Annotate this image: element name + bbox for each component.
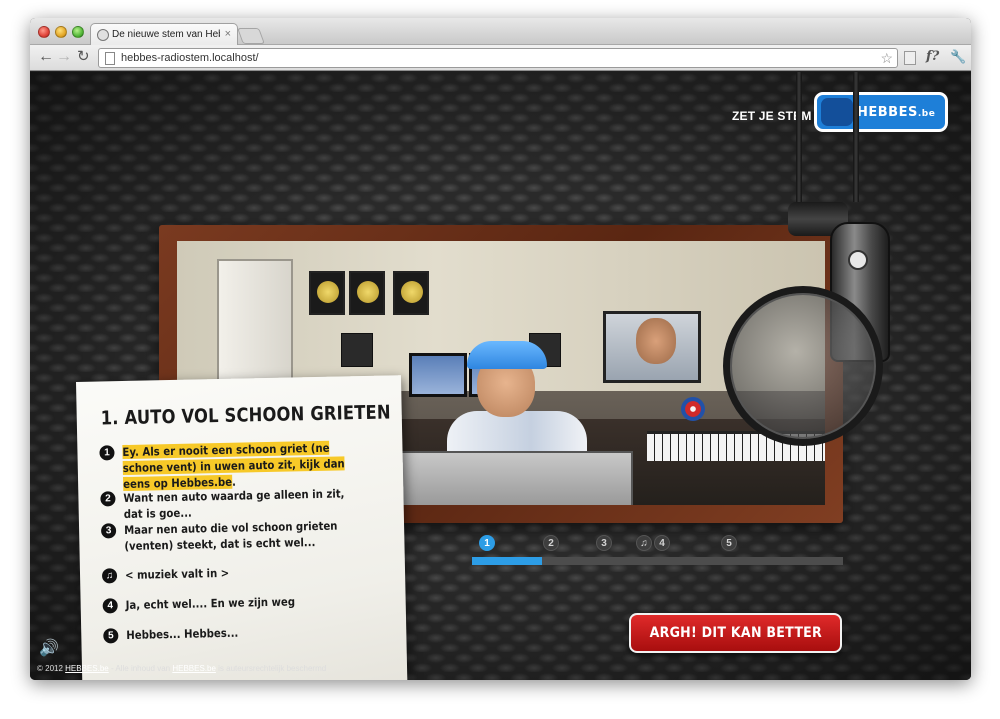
wrench-menu-icon[interactable]: 🔧 xyxy=(950,49,966,65)
sticker-image xyxy=(681,397,705,421)
progress-bar[interactable] xyxy=(472,557,843,565)
footer-copyright: © 2012 HEBBES.be - Alle inhoud van HEBBE… xyxy=(37,664,327,673)
gold-record-image xyxy=(309,271,345,315)
address-bar[interactable]: hebbes-radiostem.localhost/ ☆ xyxy=(98,48,898,68)
script-line-5: 5 Hebbes... Hebbes... xyxy=(103,622,393,644)
monitor-singer-image xyxy=(603,311,701,383)
step-2[interactable]: 2 xyxy=(543,535,559,551)
sound-icon[interactable]: 🔊 xyxy=(39,638,59,658)
hebbes-logo[interactable]: HEBBES.be xyxy=(814,92,948,132)
progress-fill xyxy=(472,557,543,565)
favicon-icon xyxy=(97,29,109,41)
mic-cable xyxy=(853,72,859,202)
script-line-4: 4 Ja, echt wel.... En we zijn weg xyxy=(102,592,393,614)
tab-bar: De nieuwe stem van Hebbes × xyxy=(30,18,971,46)
minimize-window-button[interactable] xyxy=(55,26,67,38)
mic-cable xyxy=(796,72,802,212)
script-card: 1. AUTO VOL SCHOON GRIETEN 1 Ey. Als er … xyxy=(76,375,408,680)
forward-button[interactable]: → xyxy=(56,48,72,66)
script-line-music: ♫ < muziek valt in > xyxy=(101,562,392,584)
zoom-window-button[interactable] xyxy=(72,26,84,38)
page-content: ZET JE STEM OP HEBBES.be 1 2 3 ♫ 4 5 1. … xyxy=(30,72,971,680)
monitor-foreground-image xyxy=(397,451,633,505)
pop-filter-image xyxy=(723,286,883,446)
tab-close-icon[interactable]: × xyxy=(225,28,231,40)
reload-button[interactable]: ↻ xyxy=(77,48,90,66)
gold-record-image xyxy=(393,271,429,315)
url-text[interactable]: hebbes-radiostem.localhost/ xyxy=(121,52,259,64)
new-tab-button[interactable] xyxy=(237,28,265,44)
script-line-1: 1 Ey. Als er nooit een schoon griet (ne … xyxy=(99,439,389,492)
page-menu-icon[interactable] xyxy=(904,51,916,65)
mic-badge xyxy=(848,250,868,270)
extension-fq-icon[interactable]: f? xyxy=(926,49,939,64)
footer-link-hebbes[interactable]: HEBBES.be xyxy=(65,664,109,673)
close-window-button[interactable] xyxy=(38,26,50,38)
step-1[interactable]: 1 xyxy=(479,535,495,551)
step-5[interactable]: 5 xyxy=(721,535,737,551)
music-note-icon[interactable]: ♫ xyxy=(636,535,652,551)
script-title: 1. AUTO VOL SCHOON GRIETEN xyxy=(100,401,391,430)
speaker-image xyxy=(341,333,373,367)
page-icon xyxy=(105,52,115,65)
browser-tab[interactable]: De nieuwe stem van Hebbes × xyxy=(90,23,238,46)
step-3[interactable]: 3 xyxy=(596,535,612,551)
browser-toolbar: ← → ↻ hebbes-radiostem.localhost/ ☆ f? 🔧 xyxy=(30,45,971,71)
door-image xyxy=(217,259,293,395)
bookmark-star-icon[interactable]: ☆ xyxy=(880,50,893,67)
tab-title: De nieuwe stem van Hebbes xyxy=(112,29,220,40)
step-4[interactable]: 4 xyxy=(654,535,670,551)
browser-window: De nieuwe stem van Hebbes × ← → ↻ hebbes… xyxy=(30,18,971,680)
back-button[interactable]: ← xyxy=(38,48,54,66)
music-note-icon: ♫ xyxy=(101,568,118,584)
gold-record-image xyxy=(349,271,385,315)
footer-link-hebbes-2[interactable]: HEBBES.be xyxy=(172,664,216,673)
presenter-image xyxy=(447,341,587,461)
argh-better-button[interactable]: ARGH! DIT KAN BETTER xyxy=(629,613,842,653)
